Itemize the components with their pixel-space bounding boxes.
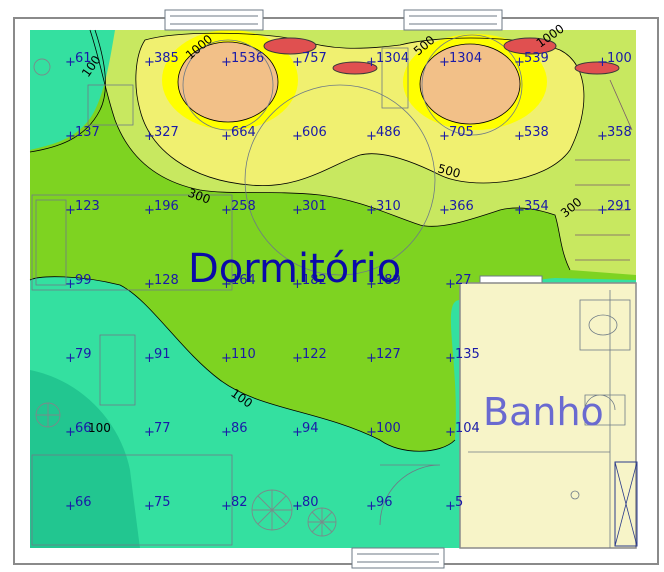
illuminance-value: 91 — [154, 347, 171, 362]
illuminance-value: 358 — [607, 125, 632, 140]
room-label-banho: Banho — [483, 390, 604, 434]
illuminance-value: 310 — [376, 199, 401, 214]
illuminance-value: 99 — [75, 273, 92, 288]
illuminance-value: 96 — [376, 495, 393, 510]
illuminance-value: 100 — [376, 421, 401, 436]
illuminance-value: 258 — [231, 199, 256, 214]
illuminance-value: 137 — [75, 125, 100, 140]
illuminance-value: 486 — [376, 125, 401, 140]
illuminance-value: 301 — [302, 199, 327, 214]
illuminance-value: 77 — [154, 421, 171, 436]
illuminance-value: 705 — [449, 125, 474, 140]
illuminance-value: 1304 — [376, 51, 409, 66]
plant-icon — [35, 402, 61, 428]
illuminance-value: 61 — [75, 51, 92, 66]
illuminance-value: 128 — [154, 273, 179, 288]
illuminance-value: 122 — [302, 347, 327, 362]
plant-icon — [251, 489, 293, 531]
illuminance-value: 327 — [154, 125, 179, 140]
illuminance-value: 104 — [455, 421, 480, 436]
illuminance-value: 354 — [524, 199, 549, 214]
lighting-floor-plan: 1001000 500 1000500300 300100100 +61 +385 +15… — [0, 0, 664, 572]
illuminance-value: 123 — [75, 199, 100, 214]
illuminance-value: 1304 — [449, 51, 482, 66]
illuminance-value: 538 — [524, 125, 549, 140]
illuminance-value: 86 — [231, 421, 248, 436]
illuminance-value: 82 — [231, 495, 248, 510]
illuminance-value: 66 — [75, 495, 92, 510]
illuminance-value: 196 — [154, 199, 179, 214]
illuminance-value: 66 — [75, 421, 92, 436]
window-top-right — [403, 9, 503, 31]
illuminance-value: 291 — [607, 199, 632, 214]
illuminance-value: 1536 — [231, 51, 264, 66]
illuminance-value: 127 — [376, 347, 401, 362]
illuminance-value: 366 — [449, 199, 474, 214]
illuminance-value: 5 — [455, 495, 463, 510]
illuminance-value: 757 — [302, 51, 327, 66]
illuminance-value: 80 — [302, 495, 319, 510]
illuminance-value: 606 — [302, 125, 327, 140]
room-label-dormitorio: Dormitório — [188, 246, 401, 292]
illuminance-value: 79 — [75, 347, 92, 362]
plant-icon — [307, 507, 337, 537]
illuminance-value: 94 — [302, 421, 319, 436]
illuminance-value: 539 — [524, 51, 549, 66]
window-bottom — [351, 547, 445, 569]
illuminance-value: 100 — [607, 51, 632, 66]
window-top-left — [164, 9, 264, 31]
illuminance-value: 27 — [455, 273, 472, 288]
illuminance-value: 75 — [154, 495, 171, 510]
illuminance-value: 110 — [231, 347, 256, 362]
illuminance-value: 664 — [231, 125, 256, 140]
illuminance-value: 385 — [154, 51, 179, 66]
illuminance-value: 135 — [455, 347, 480, 362]
